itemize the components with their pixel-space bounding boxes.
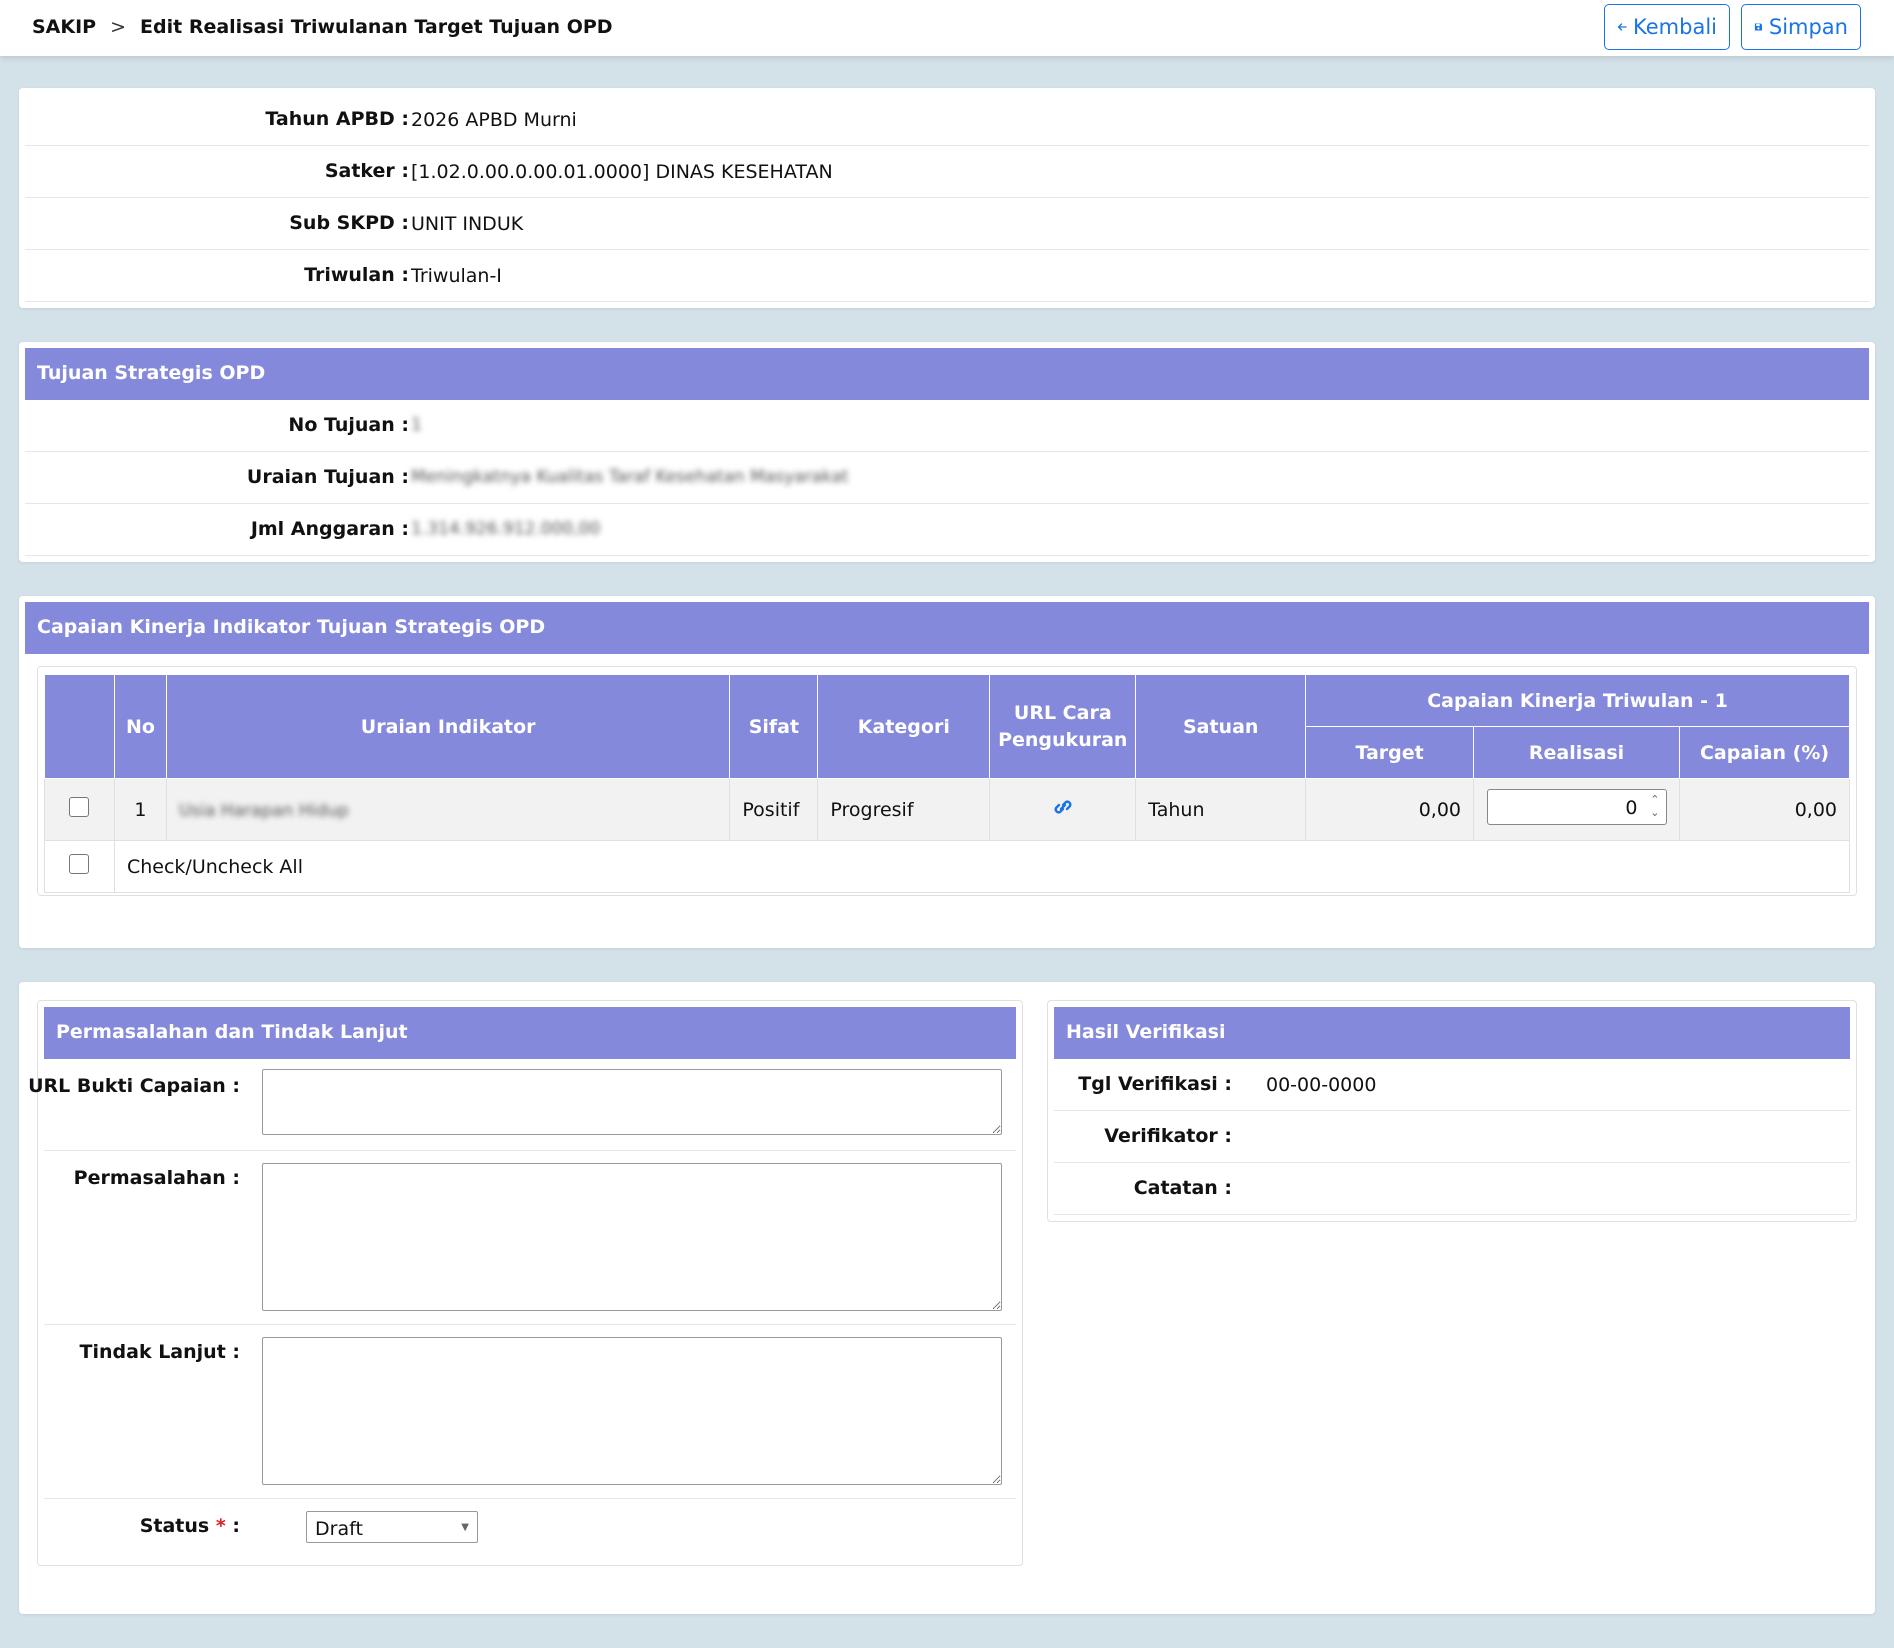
- dropdown-arrow-icon: ▼: [461, 1522, 469, 1533]
- permasalahan-input[interactable]: [262, 1163, 1002, 1311]
- row-persen: 0,00: [1679, 778, 1850, 841]
- permasalahan-label: Permasalahan :: [73, 1167, 240, 1189]
- col-satuan-header: Satuan: [1135, 674, 1307, 779]
- table-row: 1 Usia Harapan Hidup Positif Progresif T…: [44, 778, 1850, 841]
- satker-label: Satker :: [324, 160, 409, 182]
- col-kategori-header: Kategori: [817, 674, 991, 779]
- back-button[interactable]: Kembali: [1604, 4, 1730, 50]
- subskpd-value: UNIT INDUK: [411, 213, 524, 235]
- url-bukti-label: URL Bukti Capaian :: [28, 1075, 240, 1097]
- permasalahan-section-header: Permasalahan dan Tindak Lanjut: [44, 1007, 1016, 1059]
- link-icon[interactable]: [1051, 797, 1075, 817]
- verifikasi-panel: Hasil Verifikasi Tgl Verifikasi : 00-00-…: [1047, 1000, 1857, 1222]
- row-kategori: Progresif: [817, 778, 991, 841]
- url-bukti-input[interactable]: [262, 1069, 1002, 1135]
- col-realisasi-header: Realisasi: [1473, 726, 1681, 779]
- col-persen-header: Capaian (%): [1679, 726, 1850, 779]
- verifikator-label: Verifikator :: [1104, 1125, 1232, 1147]
- info-row-subskpd: Sub SKPD : UNIT INDUK: [25, 198, 1869, 250]
- info-row-satker: Satker : [1.02.0.00.0.00.01.0000] DINAS …: [25, 146, 1869, 198]
- col-sifat-header: Sifat: [729, 674, 819, 779]
- number-spinner-icon[interactable]: ⌃ ⌄: [1650, 793, 1659, 819]
- capaian-table: No Uraian Indikator Sifat Kategori URL C…: [44, 674, 1851, 893]
- row-target: 0,00: [1305, 778, 1475, 841]
- permasalahan-panel: Permasalahan dan Tindak Lanjut URL Bukti…: [28, 1000, 1023, 1566]
- page-title: Edit Realisasi Triwulanan Target Tujuan …: [140, 16, 613, 38]
- row-no: 1: [113, 778, 167, 841]
- back-button-label: Kembali: [1633, 15, 1717, 39]
- tgl-verifikasi-row: Tgl Verifikasi : 00-00-0000: [1054, 1059, 1850, 1111]
- breadcrumb-app[interactable]: SAKIP: [32, 16, 96, 38]
- realisasi-value: 0: [1625, 797, 1638, 819]
- capaian-section-header: Capaian Kinerja Indikator Tujuan Strateg…: [25, 602, 1869, 654]
- check-all-row: Check/Uncheck All: [44, 840, 1851, 893]
- arrow-left-icon: [1617, 23, 1627, 31]
- floppy-disk-icon: [1754, 23, 1762, 31]
- tujuan-section-header: Tujuan Strategis OPD: [25, 348, 1869, 400]
- tujuan-card: Tujuan Strategis OPD No Tujuan : 1 Uraia…: [19, 342, 1875, 562]
- col-uraian-header: Uraian Indikator: [165, 674, 731, 779]
- row-realisasi-cell: 0 ⌃ ⌄: [1473, 778, 1681, 841]
- status-row: Status * : Draft ▼: [44, 1501, 1016, 1553]
- subskpd-label: Sub SKPD :: [289, 212, 409, 234]
- table-header-row-1: No Uraian Indikator Sifat Kategori URL C…: [44, 674, 1850, 779]
- tujuan-row-no: No Tujuan : 1: [25, 400, 1869, 452]
- col-url-header: URL Cara Pengukuran: [989, 674, 1137, 779]
- no-tujuan-value: 1: [411, 415, 422, 435]
- check-all-label: Check/Uncheck All: [113, 840, 1851, 893]
- tahun-value: 2026 APBD Murni: [411, 109, 577, 131]
- verifikasi-section-header: Hasil Verifikasi: [1054, 1007, 1850, 1059]
- no-tujuan-label: No Tujuan :: [288, 414, 409, 436]
- save-button[interactable]: Simpan: [1741, 4, 1861, 50]
- row-uraian: Usia Harapan Hidup: [178, 800, 349, 821]
- check-all-checkbox[interactable]: [69, 854, 90, 874]
- tahun-label: Tahun APBD :: [265, 108, 409, 130]
- status-label-colon: :: [232, 1515, 240, 1537]
- row-satuan: Tahun: [1135, 778, 1307, 841]
- bottom-card: Permasalahan dan Tindak Lanjut URL Bukti…: [19, 982, 1875, 1614]
- col-no-header: No: [113, 674, 167, 779]
- uraian-tujuan-label: Uraian Tujuan :: [246, 466, 409, 488]
- row-sifat: Positif: [729, 778, 819, 841]
- breadcrumb-separator: >: [110, 16, 127, 38]
- catatan-label: Catatan :: [1133, 1177, 1232, 1199]
- triwulan-value: Triwulan-I: [411, 265, 502, 287]
- anggaran-value: 1.314.926.912.000,00: [411, 519, 601, 539]
- check-all-checkbox-cell: [44, 840, 115, 893]
- catatan-row: Catatan :: [1054, 1163, 1850, 1215]
- status-label-text: Status: [139, 1515, 210, 1537]
- tindak-lanjut-label: Tindak Lanjut :: [79, 1341, 240, 1363]
- realisasi-input[interactable]: 0 ⌃ ⌄: [1486, 789, 1667, 825]
- top-bar: SAKIP > Edit Realisasi Triwulanan Target T…: [0, 0, 1894, 56]
- uraian-tujuan-value: Meningkatnya Kualitas Taraf Kesehatan Ma…: [411, 467, 849, 487]
- tindak-lanjut-input[interactable]: [262, 1337, 1002, 1485]
- info-row-tahun: Tahun APBD : 2026 APBD Murni: [25, 94, 1869, 146]
- tgl-verifikasi-label: Tgl Verifikasi :: [1078, 1073, 1232, 1095]
- status-select[interactable]: Draft ▼: [306, 1511, 478, 1543]
- tujuan-row-uraian: Uraian Tujuan : Meningkatnya Kualitas Ta…: [25, 452, 1869, 504]
- col-target-header: Target: [1305, 726, 1475, 779]
- satker-value: [1.02.0.00.0.00.01.0000] DINAS KESEHATAN: [411, 161, 833, 183]
- required-marker: *: [215, 1515, 226, 1537]
- triwulan-label: Triwulan :: [304, 264, 409, 286]
- verifikator-row: Verifikator :: [1054, 1111, 1850, 1163]
- status-select-value: Draft: [315, 1518, 363, 1540]
- tgl-verifikasi-value: 00-00-0000: [1266, 1074, 1377, 1096]
- row-url-cell: [989, 778, 1137, 841]
- tujuan-row-anggaran: Jml Anggaran : 1.314.926.912.000,00: [25, 504, 1869, 556]
- status-label: Status * :: [140, 1515, 240, 1537]
- row-checkbox-cell: [44, 778, 115, 841]
- row-uraian-cell: Usia Harapan Hidup: [165, 778, 731, 841]
- info-card: Tahun APBD : 2026 APBD Murni Satker : [1…: [19, 88, 1875, 308]
- breadcrumb: SAKIP > Edit Realisasi Triwulanan Target T…: [32, 16, 613, 38]
- col-group-header: Capaian Kinerja Triwulan - 1: [1305, 674, 1850, 727]
- col-check-header: [44, 674, 115, 779]
- anggaran-label: Jml Anggaran :: [250, 518, 409, 540]
- row-checkbox[interactable]: [69, 797, 90, 817]
- save-button-label: Simpan: [1768, 15, 1848, 39]
- info-row-triwulan: Triwulan : Triwulan-I: [25, 250, 1869, 302]
